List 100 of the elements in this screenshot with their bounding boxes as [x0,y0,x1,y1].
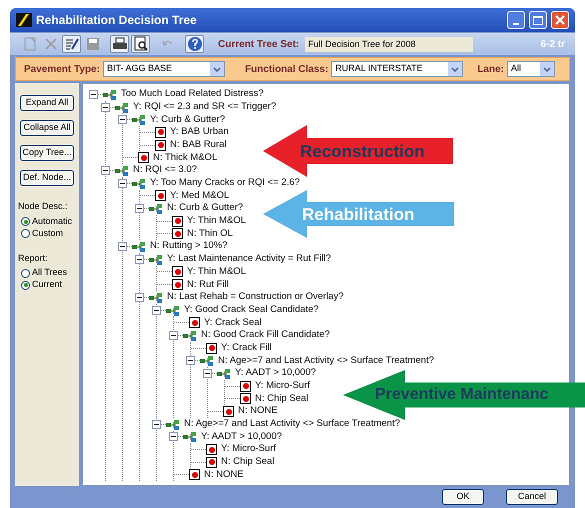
tree-node-label[interactable]: Y: Curb & Gutter? [150,112,225,127]
print-preview-button[interactable] [131,35,150,53]
collapse-toggle[interactable] [186,356,195,366]
tree-node-label[interactable]: Y: Med M&OL [170,188,230,203]
tree-node-label[interactable]: N: Chip Seal [255,392,308,406]
radio-label: Custom [32,226,64,240]
minus-icon [188,358,193,364]
minus-icon [120,244,125,250]
network-icon [115,164,129,176]
tree-node-label[interactable]: Y: BAB Urban [170,125,229,140]
radio-label: Automatic [32,214,72,228]
tree-node-label[interactable]: Y: Too Many Cracks or RQI <= 2.6? [150,176,300,190]
cancel-button[interactable]: Cancel [506,489,558,505]
collapse-toggle[interactable] [169,330,178,340]
tree-node-label[interactable]: N: Rutting > 10%? [150,239,228,254]
collapse-toggle[interactable] [118,115,127,124]
collapse-toggle[interactable] [89,90,98,99]
minus-icon [120,180,125,186]
annotation-label: Preventive Maintenanc [375,385,550,405]
tree-node-label[interactable]: N: Thick M&OL [153,150,218,165]
network-icon [132,114,146,126]
network-icon [183,431,197,442]
help-button[interactable] [185,35,204,53]
minus-icon [103,168,108,173]
tree-node-label[interactable]: Y: Good Crack Seal Candidate? [184,302,319,318]
collapse-toggle[interactable] [135,292,144,302]
side-button[interactable]: Expand All [20,95,74,111]
tree-node-label[interactable]: N: Age>=7 and Last Activity <> Surface Treatment? [184,417,400,432]
tree-set-field[interactable]: Full Decision Tree for 2008 [305,36,474,52]
tree-node-label[interactable]: N: BAB Rural [170,138,226,152]
filter-label: Lane: [477,62,504,76]
network-icon [217,368,231,379]
edit-icon [64,36,80,52]
tree-node-label[interactable]: Y: AADT > 10,000? [201,430,282,444]
network-icon [149,254,163,265]
filter-label: Pavement Type: [24,62,100,76]
network-icon [149,292,163,303]
close-button[interactable] [551,11,569,29]
tree-node-label[interactable]: N: RQI <= 3.0? [133,163,197,178]
help-icon [186,36,202,52]
collapse-toggle[interactable] [169,432,178,442]
collapse-toggle[interactable] [203,368,212,378]
tree-node-label[interactable]: Y: RQI <= 2.3 and SR <= Trigger? [133,100,276,114]
dropdown[interactable]: All [506,61,555,77]
tree-node-label[interactable]: N: Good Crack Fill Candidate? [201,328,330,343]
tree-node-label[interactable]: Y: Last Maintenance Activity = Rut Fill? [167,252,331,266]
tree-node-label[interactable]: N: Age>=7 and Last Activity <> Surface Treatment? [218,354,434,368]
tree-node-label[interactable]: N: Thin OL [187,226,233,242]
tree-node-label[interactable]: Y: Crack Fill [221,340,272,356]
tree-node-label[interactable]: N: NONE [238,404,278,419]
chevron-down-icon [212,66,221,72]
ok-button[interactable]: OK [442,489,484,505]
tree-node-label[interactable]: N: NONE [204,468,244,482]
save-icon [84,36,100,52]
minus-icon [171,332,176,338]
collapse-toggle[interactable] [135,254,144,264]
close-icon [555,15,565,25]
dropdown[interactable]: BIT- AGG BASE [102,61,225,77]
tree-node-label[interactable]: N: Curb & Gutter? [167,201,244,216]
tree-node-label[interactable]: N: Rut Fill [187,278,229,292]
collapse-toggle[interactable] [118,178,127,188]
side-button[interactable]: Copy Tree... [20,145,74,161]
radio-button[interactable] [21,229,30,238]
radio-label: Current [32,278,62,292]
printer-button[interactable] [110,35,129,53]
edit-button[interactable] [62,35,81,53]
tree-node-label[interactable]: Y: Crack Seal [204,316,262,330]
tree-node-label[interactable]: Too Much Load Related Distress? [121,87,264,102]
tree-id-label: 6-2 tr [540,38,565,52]
tree-node-label[interactable]: Y: Micro-Surf [255,379,310,394]
tree-node-label[interactable]: Y: Micro-Surf [221,442,276,457]
collapse-toggle[interactable] [101,102,110,112]
tree-node-label[interactable]: Y: AADT > 10,000? [235,366,316,381]
group-label: Report: [18,252,49,265]
tree-node-label[interactable]: Y: Thin M&OL [187,214,246,228]
tree-node-label[interactable]: Y: Thin M&OL [187,264,246,280]
collapse-toggle[interactable] [101,166,110,175]
tree-node-label[interactable]: N: Chip Seal [221,455,274,470]
minus-icon [91,92,96,97]
dropdown[interactable]: RURAL INTERSTATE [331,61,464,77]
collapse-toggle[interactable] [152,420,161,429]
collapse-toggle[interactable] [118,242,127,252]
radio-button[interactable] [21,268,30,278]
radio-button[interactable] [21,217,30,226]
minus-icon [205,370,210,376]
network-icon [132,241,146,252]
maximize-button[interactable] [529,11,547,29]
radio-button[interactable] [21,280,30,290]
minimize-button[interactable] [507,11,525,29]
collapse-toggle[interactable] [152,306,161,315]
minus-icon [120,117,125,122]
tree-node-label[interactable]: N: Last Rehab = Construction or Overlay? [167,290,344,304]
collapse-toggle[interactable] [135,204,144,214]
minus-icon [137,294,142,300]
minimize-icon [513,23,519,25]
print-preview-icon [132,36,148,52]
side-button[interactable]: Def. Node... [20,170,74,186]
side-button[interactable]: Collapse All [20,120,74,136]
network-icon [132,178,146,189]
minus-icon [137,206,142,212]
